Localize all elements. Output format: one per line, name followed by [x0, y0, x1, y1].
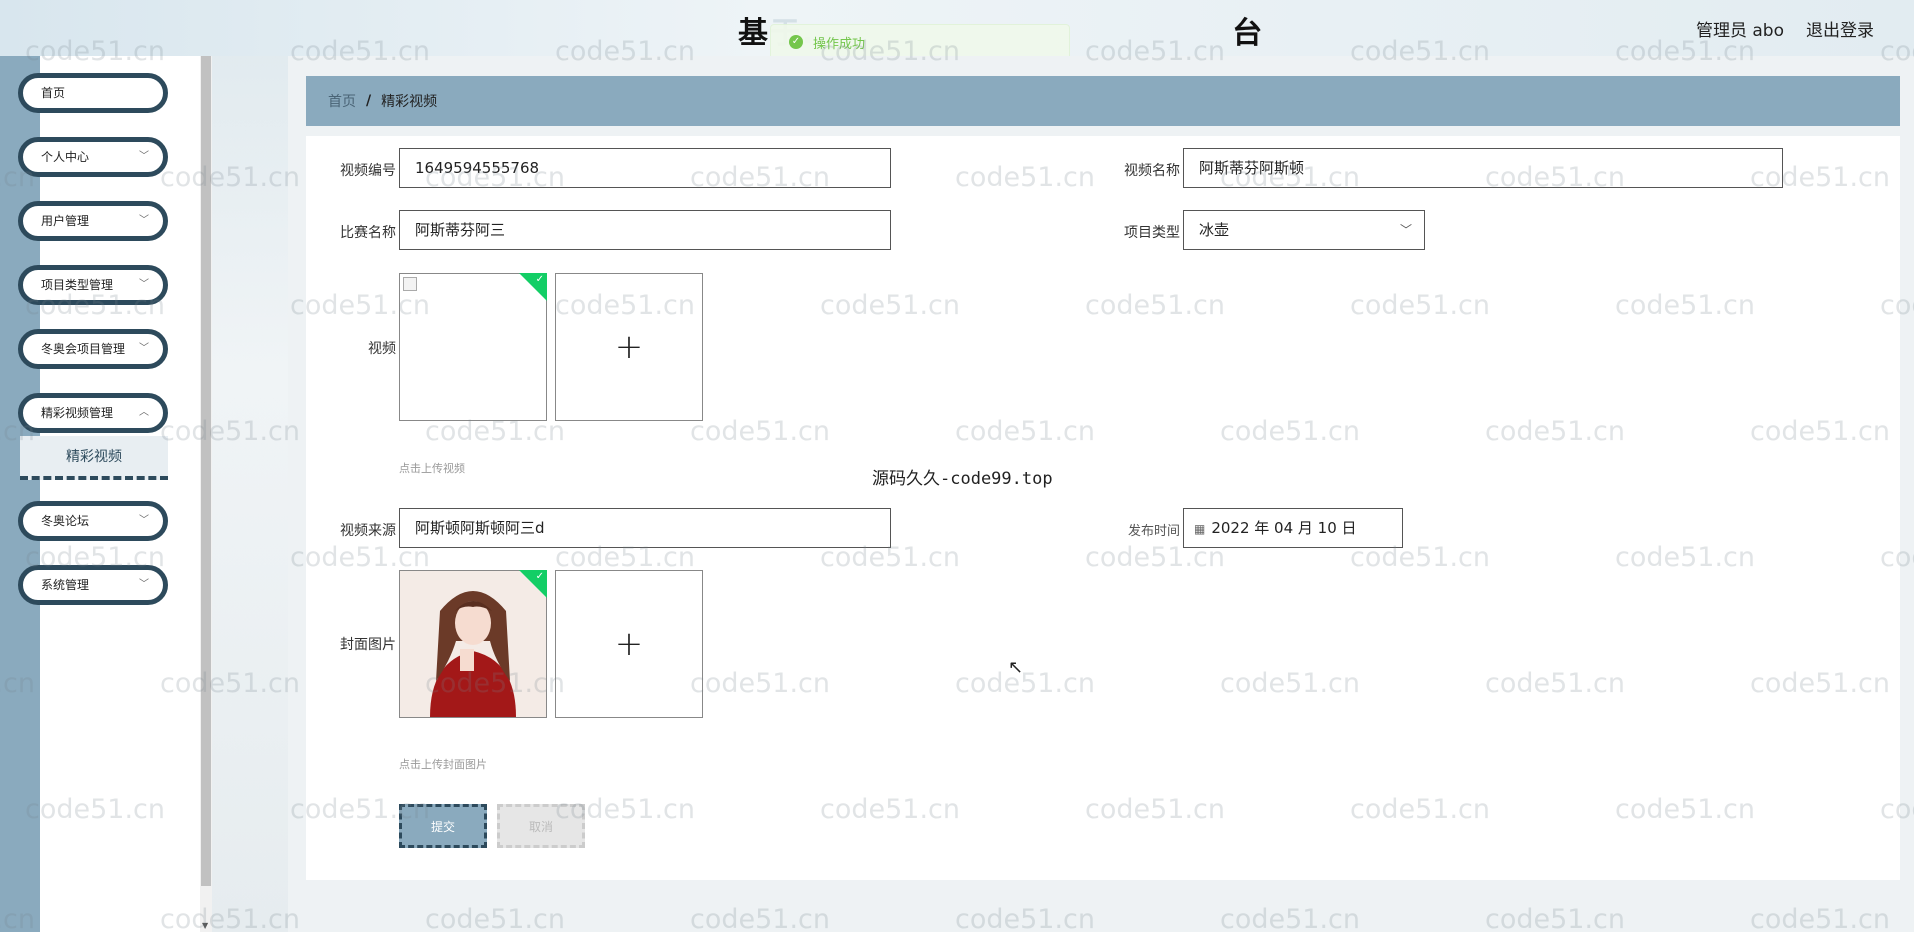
mouse-cursor-icon: ↖: [1008, 657, 1024, 678]
chevron-down-icon: ﹀: [139, 215, 149, 226]
toast-message: 操作成功: [813, 36, 866, 52]
sidebar-item-personal-center[interactable]: 个人中心 ﹀: [18, 137, 168, 177]
video-source-label: 视频来源: [340, 523, 396, 539]
publish-time-label: 发布时间: [1127, 524, 1180, 539]
logout-link[interactable]: 退出登录: [1806, 16, 1874, 41]
chevron-down-icon: ﹀: [1399, 223, 1412, 237]
uploaded-cover-image[interactable]: ✓: [399, 570, 547, 718]
plus-icon: +: [614, 624, 644, 664]
video-label: 视频: [368, 341, 396, 357]
check-icon: ✓: [535, 274, 544, 285]
sidebar-item-project-type-management[interactable]: 项目类型管理 ﹀: [18, 265, 168, 305]
success-icon: ✓: [789, 35, 803, 49]
scrollbar-thumb[interactable]: [201, 56, 211, 886]
video-no-label: 视频编号: [340, 163, 396, 179]
publish-time-picker[interactable]: ▦ 2022 年 04 月 10 日: [1183, 508, 1403, 548]
cover-upload-button[interactable]: +: [555, 570, 703, 718]
sidebar-item-system-management[interactable]: 系统管理 ﹀: [18, 565, 168, 605]
chevron-down-icon: ﹀: [139, 579, 149, 590]
sidebar-item-label: 精彩视频管理: [41, 406, 114, 420]
sidebar-item-label: 项目类型管理: [41, 278, 114, 292]
chevron-down-icon: ﹀: [139, 343, 149, 354]
broken-image-icon: [403, 277, 417, 291]
video-form: 视频编号 1649594555768 视频名称 阿斯蒂芬阿斯顿 比赛名称 阿斯蒂…: [306, 136, 1900, 880]
sidebar-scrollbar[interactable]: ▼: [200, 56, 212, 932]
video-name-input[interactable]: 阿斯蒂芬阿斯顿: [1183, 148, 1783, 188]
plus-icon: +: [614, 327, 644, 367]
scroll-down-arrow-icon[interactable]: ▼: [202, 921, 208, 930]
breadcrumb: 首页 / 精彩视频: [306, 76, 1900, 126]
breadcrumb-home-link[interactable]: 首页: [328, 91, 356, 111]
uploaded-video-thumb[interactable]: ✓: [399, 273, 547, 421]
video-no-input[interactable]: 1649594555768: [399, 148, 891, 188]
video-name-label: 视频名称: [1124, 163, 1180, 179]
sidebar-strip: [0, 56, 40, 932]
chevron-down-icon: ﹀: [139, 279, 149, 290]
sidebar-item-label: 个人中心: [41, 150, 90, 164]
sidebar-item-home[interactable]: 首页: [18, 73, 168, 113]
chevron-down-icon: ﹀: [139, 151, 149, 162]
video-source-input[interactable]: 阿斯顿阿斯顿阿三d: [399, 508, 891, 548]
overlay-watermark-text: 源码久久-code99.top: [872, 469, 1053, 489]
sidebar-item-highlight-video-management[interactable]: 精彩视频管理 ︿: [18, 393, 168, 433]
project-type-value: 冰壶: [1199, 221, 1230, 239]
check-icon: ✓: [535, 571, 544, 582]
cancel-button[interactable]: 取消: [497, 804, 585, 848]
match-name-input[interactable]: 阿斯蒂芬阿三: [399, 210, 891, 250]
cover-image-label: 封面图片: [340, 637, 396, 653]
sidebar-item-label: 冬奥论坛: [41, 514, 90, 528]
sidebar-item-label: 用户管理: [41, 214, 90, 228]
cover-upload-hint: 点击上传封面图片: [399, 758, 487, 771]
project-type-select[interactable]: 冰壶 ﹀: [1183, 210, 1425, 250]
sidebar-subitem-highlight-video[interactable]: 精彩视频: [20, 436, 168, 480]
sidebar-item-label: 首页: [41, 86, 66, 100]
sidebar-item-winter-olympics-forum[interactable]: 冬奥论坛 ﹀: [18, 501, 168, 541]
chevron-up-icon: ︿: [139, 407, 149, 418]
success-toast: ✓ 操作成功: [770, 24, 1070, 60]
sidebar-item-label: 系统管理: [41, 578, 90, 592]
sidebar-item-winter-olympics-project-management[interactable]: 冬奥会项目管理 ﹀: [18, 329, 168, 369]
chevron-down-icon: ﹀: [139, 515, 149, 526]
project-type-label: 项目类型: [1124, 225, 1180, 241]
sidebar-panel: [40, 56, 200, 932]
breadcrumb-separator: /: [366, 93, 372, 109]
video-upload-hint: 点击上传视频: [399, 462, 465, 475]
sidebar-item-label: 冬奥会项目管理: [41, 342, 126, 356]
video-upload-button[interactable]: +: [555, 273, 703, 421]
publish-time-value: 2022 年 04 月 10 日: [1211, 519, 1357, 537]
submit-button[interactable]: 提交: [399, 804, 487, 848]
admin-user-label: 管理员 abo: [1695, 21, 1784, 41]
sidebar-item-user-management[interactable]: 用户管理 ﹀: [18, 201, 168, 241]
match-name-label: 比赛名称: [340, 225, 396, 241]
calendar-icon: ▦: [1194, 522, 1206, 536]
breadcrumb-current: 精彩视频: [381, 94, 438, 110]
